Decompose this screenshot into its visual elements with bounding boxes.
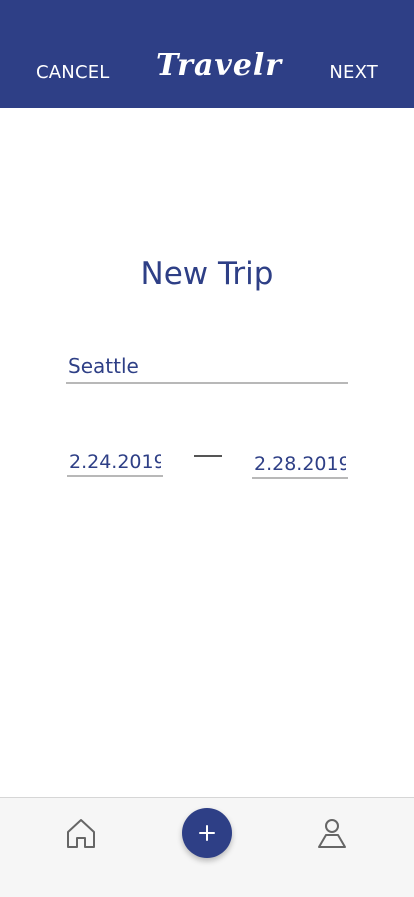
app-logo: Travelr bbox=[156, 48, 283, 83]
home-icon[interactable] bbox=[64, 816, 98, 850]
bottom-navigation bbox=[0, 797, 414, 897]
page-title: New Trip bbox=[140, 256, 274, 292]
destination-input[interactable] bbox=[66, 350, 348, 384]
user-icon[interactable] bbox=[315, 816, 349, 850]
next-button[interactable]: NEXT bbox=[329, 62, 378, 83]
start-date-input[interactable] bbox=[67, 449, 163, 477]
plus-icon bbox=[199, 825, 215, 841]
date-range-separator bbox=[194, 455, 222, 457]
cancel-button[interactable]: CANCEL bbox=[36, 62, 110, 83]
add-trip-button[interactable] bbox=[182, 808, 232, 858]
end-date-input[interactable] bbox=[252, 451, 348, 479]
header-bar: CANCEL Travelr NEXT bbox=[0, 0, 414, 108]
